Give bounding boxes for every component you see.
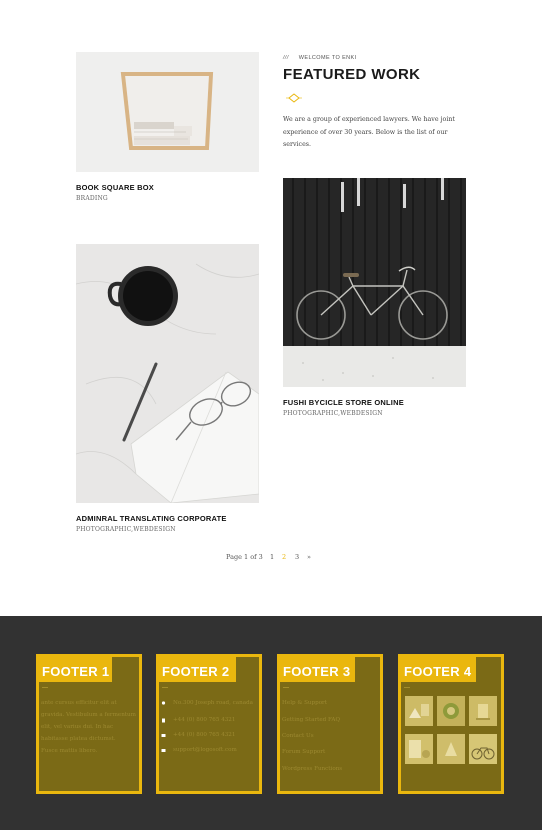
phone-icon [162,718,165,723]
portfolio-category[interactable]: BRADING [76,195,108,202]
footer-column-3: FOOTER 3 Help & Support Getting Started … [277,654,383,794]
footer-divider [404,687,410,688]
footer-column-2: FOOTER 2 No.300 Joseph road, canada +44 … [156,654,262,794]
footer-link[interactable]: Help & Support [282,700,327,706]
footer-email[interactable]: support@logosoft.com [173,747,237,753]
pagination-summary: Page 1 of 3 [226,553,263,561]
gallery-photo-5[interactable] [437,734,465,764]
page-link-1[interactable]: 1 [270,553,274,561]
pagination: Page 1 of 3 1 2 3 » [0,553,542,565]
footer-column-4: FOOTER 4 [398,654,504,794]
footer-title: FOOTER 3 [283,664,351,679]
footer-title: FOOTER 4 [404,664,472,679]
gallery-photo-3[interactable] [469,696,497,726]
map-pin-icon [161,701,166,705]
portfolio-category[interactable]: PHOTOGRAPHIC,WEBDESIGN [283,410,383,417]
footer-link[interactable]: Contact Us [282,733,314,739]
footer-phone-2: +44 (0) 800 765 4321 [173,732,236,738]
footer-address: No.300 Joseph road, canada [173,700,253,706]
footer-text-line: elit, vel varius dui. In hac [41,724,114,730]
portfolio-title[interactable]: FUSHI BYCICLE STORE ONLINE [283,398,404,407]
footer-text-line: ante cursus efficitur elit at [41,700,117,706]
footer-divider [162,687,168,688]
footer-text-line: habitasse platea dictumst. [41,736,116,742]
footer-phone: +44 (0) 800 765 4321 [173,717,236,723]
footer-link[interactable]: Forum Support [282,749,325,755]
section-kicker: /// WELCOME TO ENKI [283,55,357,61]
portfolio-title[interactable]: BOOK SQUARE BOX [76,183,154,192]
page-link-3[interactable]: 3 [295,553,299,561]
gallery-photo-1[interactable] [405,696,433,726]
footer-title: FOOTER 2 [162,664,230,679]
fax-icon [161,734,166,737]
portfolio-image-bicycle[interactable] [283,178,466,387]
portfolio-image-translating[interactable] [76,244,259,503]
footer-divider [283,687,289,688]
mail-icon [161,749,166,752]
portfolio-title[interactable]: ADMINRAL TRANSLATING CORPORATE [76,514,227,523]
footer-column-1: FOOTER 1 ante cursus efficitur elit at g… [36,654,142,794]
section-description: We are a group of experienced lawyers. W… [283,116,455,148]
gallery-photo-6[interactable] [469,734,497,764]
footer-link[interactable]: Wordpress Functions [282,766,342,772]
next-page-icon[interactable]: » [307,553,311,561]
portfolio-image-book-square-box[interactable] [76,52,259,172]
footer-divider [42,687,48,688]
gallery-photo-4[interactable] [405,734,433,764]
diamond-ornament-icon [286,93,302,103]
gallery-photo-2[interactable] [437,696,465,726]
footer-link[interactable]: Getting Started FAQ [282,717,340,723]
page-link-2[interactable]: 2 [282,553,286,561]
footer-text-line: gravida. Vestibulum a fermentum [41,712,136,718]
footer-title: FOOTER 1 [42,664,110,679]
footer-text-line: Fusce mattis libero. [41,748,98,754]
portfolio-category[interactable]: PHOTOGRAPHIC,WEBDESIGN [76,526,176,533]
section-title: FEATURED WORK [283,66,421,83]
kicker-slashes: /// [283,55,289,61]
kicker-text: WELCOME TO ENKI [298,55,357,61]
